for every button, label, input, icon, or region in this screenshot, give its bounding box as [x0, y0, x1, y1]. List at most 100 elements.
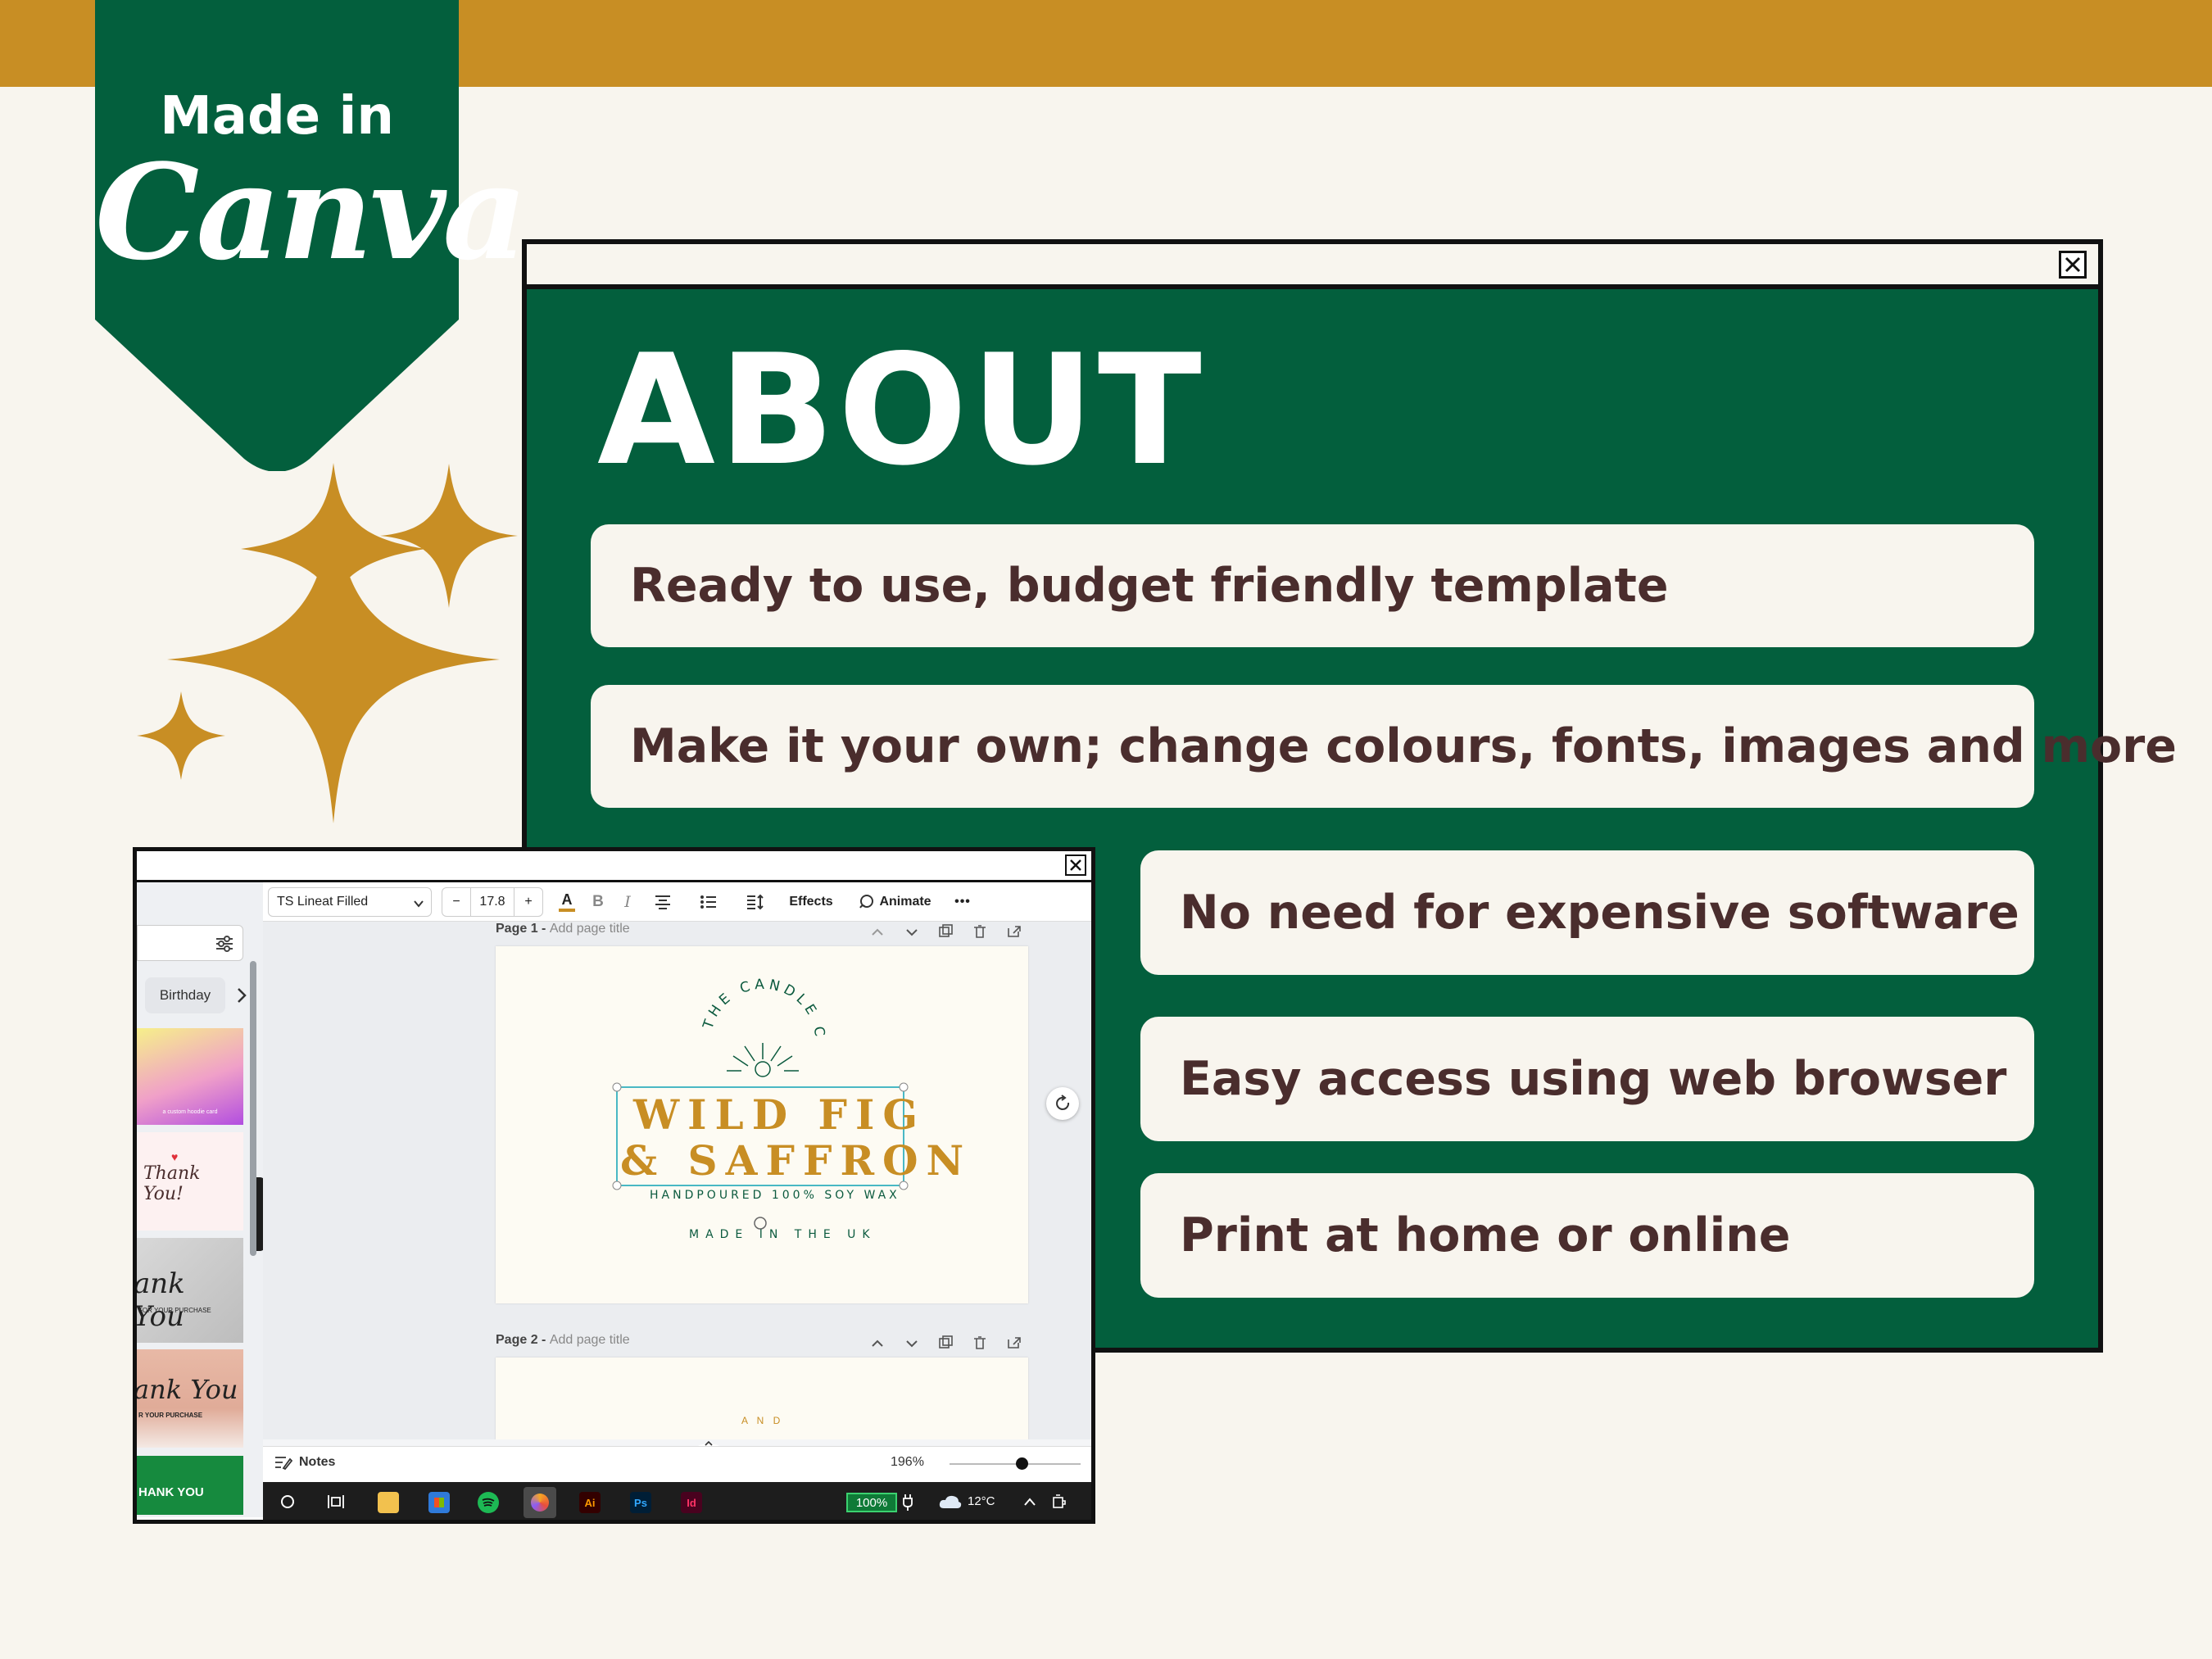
logo-made-in: MADE IN THE UK — [689, 1228, 877, 1241]
move-down-icon — [906, 929, 918, 936]
rotate-handle-icon — [754, 1217, 767, 1230]
editor-window-titlebar — [137, 851, 1091, 882]
browser-icon — [531, 1494, 549, 1512]
notes-button[interactable]: Notes — [274, 1455, 335, 1470]
list-button[interactable] — [694, 887, 723, 917]
page-1-controls[interactable] — [869, 923, 1033, 940]
feature-pill: Print at home or online — [1140, 1173, 2034, 1298]
close-icon[interactable] — [2059, 251, 2087, 279]
template-thumbnail[interactable]: Thank You! ♥ — [137, 1132, 243, 1231]
bold-button[interactable]: B — [586, 887, 610, 917]
delete-icon — [974, 1336, 986, 1349]
zoom-value: 196% — [891, 1455, 924, 1469]
battery-indicator: 100% — [846, 1493, 897, 1512]
animate-label: Animate — [879, 895, 931, 909]
filter-icon[interactable] — [215, 934, 234, 954]
cloud-weather-icon[interactable] — [938, 1494, 963, 1510]
italic-button[interactable]: I — [615, 887, 640, 917]
text-color-button[interactable]: A — [553, 887, 581, 917]
canvas-area: Page 1 - Add page title THE CANDLE CO — [263, 922, 1091, 1479]
thumbnail-text: ank You — [137, 1374, 238, 1405]
sidebar-footer — [137, 1517, 263, 1520]
thumbnail-text: Thank You! — [143, 1163, 201, 1204]
page-title-placeholder: Add page title — [549, 1333, 630, 1347]
photoshop-icon[interactable]: Ps — [630, 1492, 651, 1513]
move-down-icon — [906, 1340, 918, 1348]
logo-line1: WILD FIG — [633, 1090, 927, 1139]
page-1-label[interactable]: Page 1 - Add page title — [496, 922, 630, 936]
task-view-icon[interactable] — [327, 1494, 345, 1510]
store-icon[interactable] — [428, 1492, 450, 1513]
move-up-icon — [872, 928, 883, 936]
logo-line2: & SAFFRON — [620, 1136, 972, 1185]
chevron-right-icon[interactable] — [233, 986, 250, 1005]
template-thumbnail[interactable]: ank You R YOUR PURCHASE — [137, 1349, 243, 1448]
page-2-label[interactable]: Page 2 - Add page title — [496, 1333, 630, 1348]
effects-button[interactable]: Effects — [782, 887, 840, 917]
align-center-button[interactable] — [648, 887, 678, 917]
decrease-font-size-button[interactable]: − — [442, 887, 471, 917]
thumbnail-text: ank You — [137, 1267, 185, 1333]
star-right-icon — [380, 464, 518, 608]
tray-chevron-up-icon[interactable] — [1023, 1497, 1036, 1507]
page-title-placeholder: Add page title — [549, 922, 630, 936]
duplicate-icon — [939, 1338, 950, 1349]
page-number: Page 1 - — [496, 922, 550, 936]
font-family-label: TS Lineat Filled — [277, 895, 369, 909]
delete-icon — [974, 925, 986, 938]
svg-text:THE CANDLE CO: THE CANDLE CO — [496, 946, 828, 1041]
increase-font-size-button[interactable]: + — [514, 887, 543, 917]
about-title: ABOUT — [597, 321, 1205, 499]
close-icon[interactable] — [1065, 854, 1086, 876]
os-taskbar: Ai Ps Id 100% 12°C — [263, 1482, 1091, 1520]
spacing-button[interactable] — [740, 887, 769, 917]
editor-toolbar: TS Lineat Filled − 17.8 + A B I Effects … — [263, 882, 1091, 922]
file-explorer-icon[interactable] — [378, 1492, 399, 1513]
spotify-icon[interactable] — [478, 1492, 499, 1513]
logo-tagline: HANDPOURED 100% SOY WAX — [650, 1189, 900, 1202]
sidebar-scrollbar[interactable] — [250, 961, 256, 1256]
browser-active-tab[interactable] — [524, 1487, 556, 1518]
refresh-icon — [1056, 1095, 1070, 1110]
device-icon[interactable] — [1051, 1494, 1066, 1512]
search-icon[interactable] — [279, 1494, 296, 1510]
feature-pill: Ready to use, budget friendly template — [591, 524, 2034, 647]
feature-pill: No need for expensive software — [1140, 850, 2034, 975]
about-window-titlebar — [527, 244, 2098, 289]
font-family-dropdown[interactable]: TS Lineat Filled — [268, 887, 432, 917]
line-spacing-icon — [747, 894, 764, 910]
template-sidebar: Birthday a custom hoodie card Thank You!… — [137, 882, 266, 1517]
move-up-icon — [872, 1339, 883, 1347]
notes-label: Notes — [299, 1455, 336, 1469]
magic-switch-button[interactable] — [1046, 1087, 1079, 1120]
font-size-input[interactable]: 17.8 — [471, 887, 514, 917]
page-number: Page 2 - — [496, 1333, 550, 1347]
design-page-1[interactable]: THE CANDLE CO WILD FIG & SAFFRON HANDPOU… — [496, 946, 1028, 1303]
page-2-logo-peek: A N D — [741, 1415, 784, 1426]
more-options-button[interactable]: ••• — [948, 887, 977, 917]
thumbnail-caption: a custom hoodie card — [162, 1109, 218, 1115]
indesign-icon[interactable]: Id — [681, 1492, 702, 1513]
zoom-slider[interactable] — [950, 1457, 1081, 1470]
align-center-icon — [655, 895, 670, 909]
feature-pill: Easy access using web browser — [1140, 1017, 2034, 1141]
notes-icon — [275, 1457, 292, 1470]
star-left-icon — [137, 691, 225, 780]
animate-button[interactable]: Animate — [850, 887, 940, 917]
design-page-2[interactable]: A N D — [496, 1358, 1028, 1439]
illustrator-icon[interactable]: Ai — [579, 1492, 601, 1513]
search-input[interactable] — [137, 925, 243, 961]
power-plug-icon — [903, 1494, 913, 1511]
thumbnail-text: HANK YOU — [138, 1485, 204, 1499]
duplicate-icon — [939, 927, 950, 937]
template-thumbnail[interactable]: a custom hoodie card — [137, 1028, 243, 1125]
template-thumbnail[interactable]: ank You FOR YOUR PURCHASE — [137, 1238, 243, 1343]
chevron-down-icon — [414, 900, 424, 908]
template-thumbnail[interactable]: HANK YOU — [137, 1456, 243, 1515]
filter-chip-birthday[interactable]: Birthday — [145, 977, 225, 1013]
bullet-list-icon — [700, 895, 716, 909]
thumbnail-subtext: FOR YOUR PURCHASE — [138, 1307, 211, 1314]
thumbnail-subtext: R YOUR PURCHASE — [138, 1412, 203, 1419]
zoom-slider-knob[interactable] — [1016, 1457, 1028, 1470]
page-2-controls[interactable] — [869, 1335, 1033, 1351]
